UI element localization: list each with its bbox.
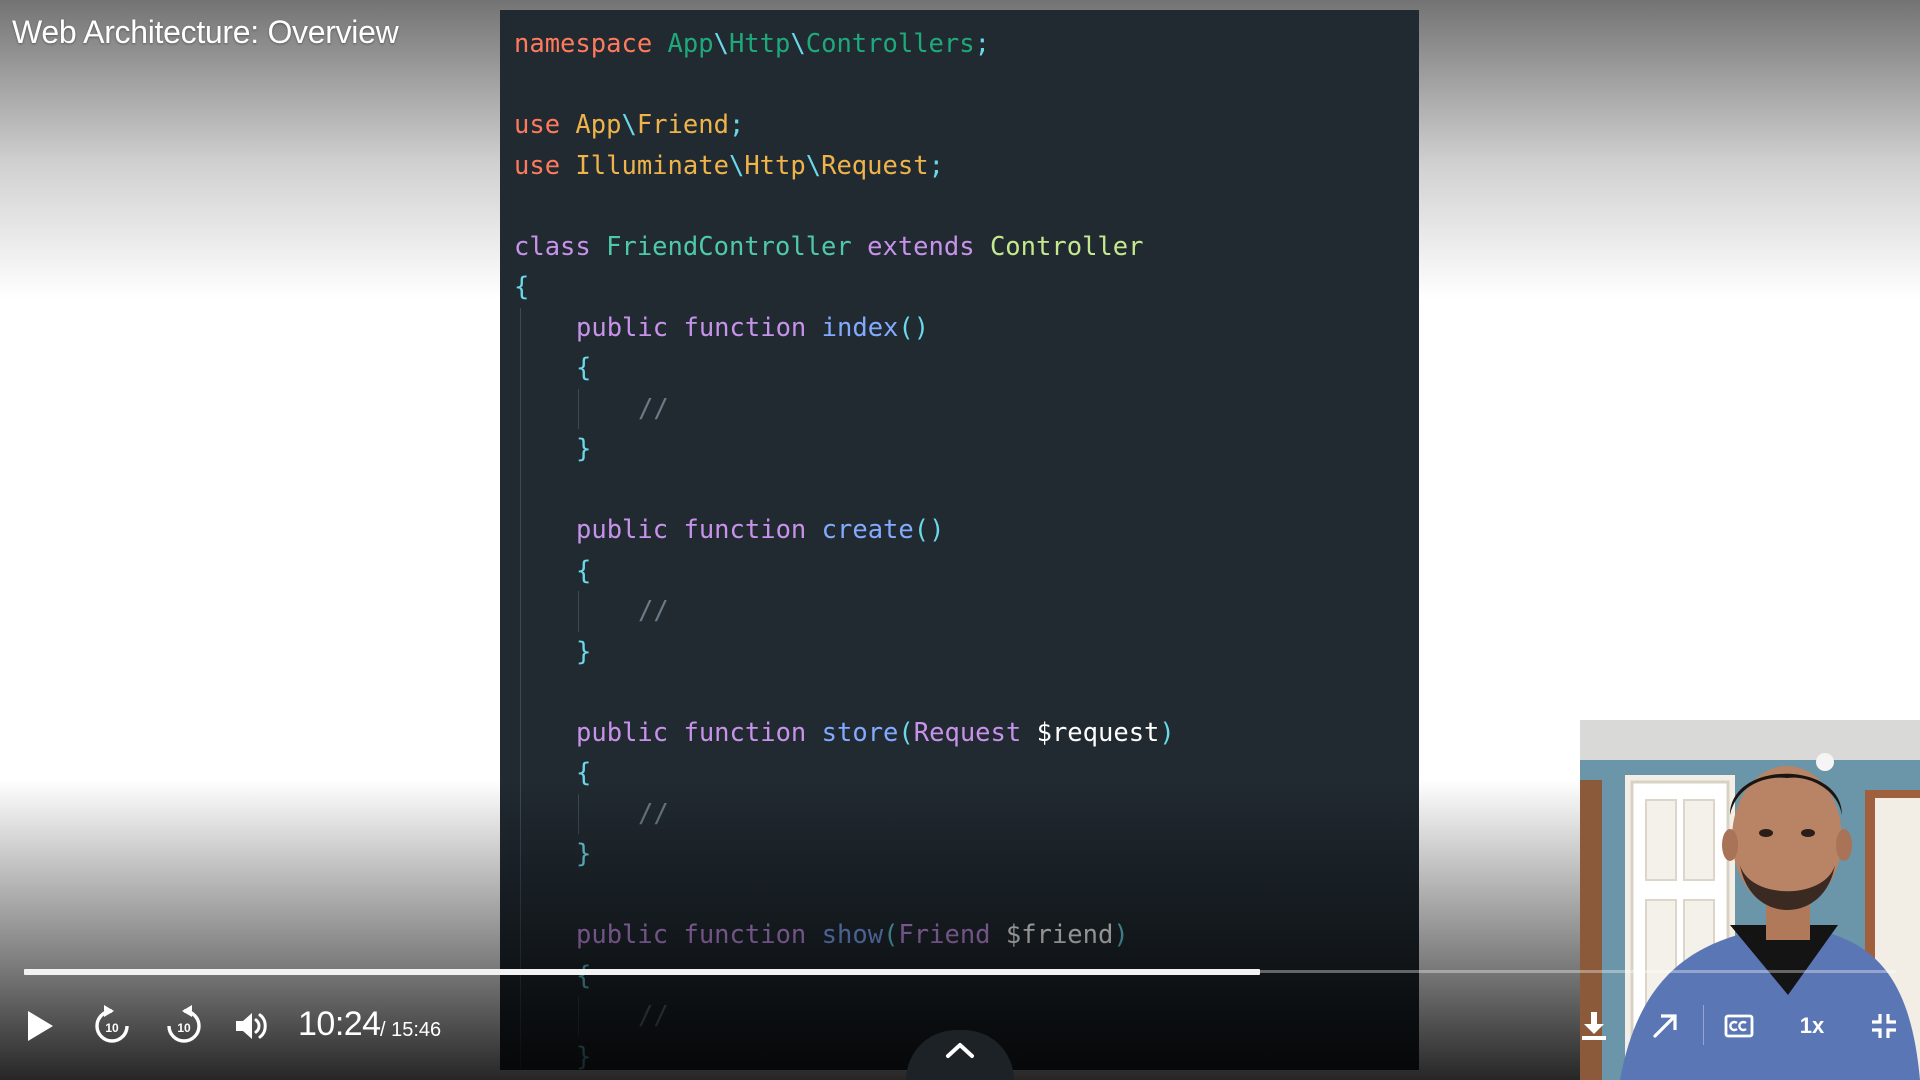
total-time: / 15:46: [380, 1019, 442, 1041]
forward-button[interactable]: 10: [158, 1000, 210, 1052]
code-token: function: [683, 717, 822, 748]
volume-button[interactable]: [230, 1002, 274, 1050]
code-token: App: [667, 29, 714, 59]
code-token: //: [638, 393, 669, 424]
code-token: namespace: [514, 29, 668, 59]
code-token: }: [576, 636, 592, 667]
code-line: namespace App\Http\Controllers;: [514, 24, 990, 64]
code-line: public function create(): [576, 510, 944, 550]
code-token: \: [728, 150, 745, 181]
current-time: 10:24: [298, 1005, 381, 1043]
code-token: public: [576, 515, 684, 545]
code-token: public: [576, 312, 684, 343]
progress-bar[interactable]: [24, 969, 1896, 975]
code-token: Controller: [989, 231, 1144, 262]
exit-fullscreen-button[interactable]: [1862, 1003, 1906, 1049]
indent-guide: [578, 388, 579, 429]
code-token: \: [790, 29, 806, 59]
code-token: index: [821, 312, 899, 343]
play-button[interactable]: [18, 1002, 62, 1050]
code-token: \: [805, 150, 822, 181]
svg-text:10: 10: [177, 1021, 191, 1035]
controls-divider: [1703, 1005, 1704, 1045]
code-token: (): [913, 515, 945, 545]
code-line: //: [638, 591, 669, 631]
code-token: ;: [728, 110, 745, 140]
code-token: {: [576, 353, 592, 383]
code-token: {: [576, 555, 592, 586]
play-icon: [28, 1011, 53, 1041]
code-token: \: [713, 29, 729, 59]
playback-speed-button[interactable]: 1x: [1788, 1003, 1836, 1049]
code-token: //: [638, 596, 669, 626]
code-token: $request: [1036, 717, 1160, 748]
code-line: public function store(Request $request): [576, 713, 1175, 753]
code-line: {: [576, 551, 591, 591]
rewind-10-icon: 10: [95, 1005, 129, 1043]
code-token: Http: [728, 29, 791, 59]
code-token: Http: [744, 150, 806, 181]
code-token: Request: [913, 717, 1037, 748]
code-token: function: [683, 515, 822, 545]
code-token: ;: [928, 150, 944, 181]
captions-button[interactable]: [1717, 1003, 1761, 1049]
code-token: use: [514, 110, 576, 140]
code-token: extends: [867, 231, 990, 262]
code-line: public function index(): [576, 308, 929, 348]
code-token: }: [576, 434, 592, 464]
code-token: class: [514, 231, 607, 262]
progress-fill: [24, 969, 1260, 975]
code-line: {: [514, 267, 529, 307]
code-token: Friend: [636, 110, 729, 140]
download-button[interactable]: [1572, 1003, 1616, 1049]
popout-button[interactable]: [1643, 1003, 1687, 1049]
code-token: FriendController: [606, 231, 868, 262]
exit-fullscreen-icon: [1872, 1014, 1896, 1038]
indent-guide: [578, 591, 579, 632]
code-token: Illuminate: [575, 150, 729, 181]
volume-icon: [236, 1013, 267, 1039]
video-title: Web Architecture: Overview: [12, 14, 399, 50]
code-token: (): [898, 312, 930, 343]
svg-text:10: 10: [105, 1021, 119, 1035]
code-token: (: [898, 717, 914, 748]
code-token: public: [576, 717, 684, 748]
code-token: Request: [821, 150, 929, 181]
code-token: create: [821, 515, 914, 545]
code-line: {: [576, 348, 591, 388]
code-token: function: [683, 312, 822, 343]
code-token: ): [1159, 717, 1175, 748]
code-line: //: [638, 389, 669, 429]
code-token: Controllers: [805, 29, 975, 59]
code-line: use App\Friend;: [514, 105, 744, 145]
code-line: use Illuminate\Http\Request;: [514, 146, 944, 186]
closed-captions-icon: [1724, 1014, 1754, 1038]
code-token: {: [514, 272, 530, 302]
code-token: use: [514, 150, 576, 181]
code-token: ;: [974, 29, 990, 59]
code-line: }: [576, 429, 591, 469]
forward-10-icon: 10: [167, 1005, 201, 1043]
download-icon: [1582, 1012, 1606, 1040]
chevron-up-icon: [946, 1043, 974, 1058]
rewind-button[interactable]: 10: [86, 1000, 138, 1052]
code-token: store: [821, 717, 899, 748]
popout-arrow-icon: [1653, 1014, 1677, 1038]
code-line: }: [576, 632, 591, 672]
code-token: \: [621, 110, 637, 140]
code-token: App: [575, 110, 622, 140]
code-line: class FriendController extends Controlle…: [514, 227, 1143, 267]
